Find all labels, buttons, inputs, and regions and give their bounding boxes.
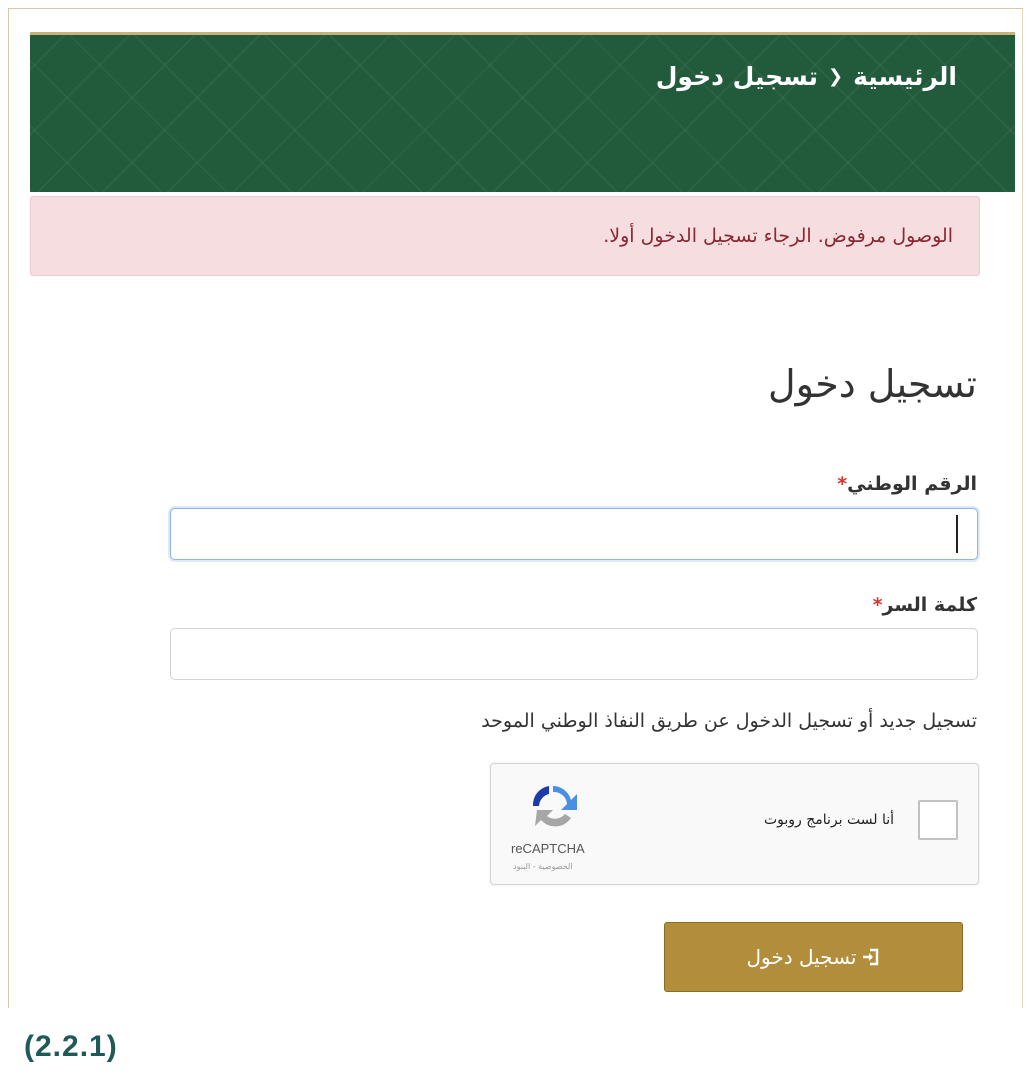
required-mark: * xyxy=(837,473,848,495)
recaptcha-widget: أنا لست برنامج روبوت reCAPTCHA الخصوصية … xyxy=(490,763,979,885)
recaptcha-icon xyxy=(532,786,577,827)
password-input[interactable] xyxy=(170,628,978,680)
nafath-login-link[interactable]: تسجيل جديد أو تسجيل الدخول عن طريق النفا… xyxy=(481,710,977,732)
page-header xyxy=(30,32,1015,192)
text-caret xyxy=(956,515,958,553)
breadcrumb-home[interactable]: الرئيسية xyxy=(853,62,957,91)
page-title: تسجيل دخول xyxy=(768,362,977,406)
chevron-left-icon: ❮ xyxy=(828,66,844,87)
national-id-input[interactable] xyxy=(170,508,978,560)
breadcrumb: الرئيسية ❮ تسجيل دخول xyxy=(656,62,957,91)
recaptcha-label: أنا لست برنامج روبوت xyxy=(763,812,894,828)
sign-in-icon xyxy=(862,948,878,966)
breadcrumb-current: تسجيل دخول xyxy=(655,62,818,91)
password-label: كلمة السر* xyxy=(872,594,977,616)
national-id-label: الرقم الوطني* xyxy=(837,473,977,495)
recaptcha-checkbox[interactable] xyxy=(918,800,958,840)
alert-message: الوصول مرفوض. الرجاء تسجيل الدخول أولا. xyxy=(603,225,953,247)
login-button[interactable]: تسجيل دخول xyxy=(664,922,963,992)
login-button-label: تسجيل دخول xyxy=(746,945,857,969)
access-denied-alert: الوصول مرفوض. الرجاء تسجيل الدخول أولا. xyxy=(30,196,980,276)
required-mark: * xyxy=(872,594,883,616)
recaptcha-brand: reCAPTCHA xyxy=(511,841,585,856)
recaptcha-terms[interactable]: الخصوصية - البنود xyxy=(513,862,573,871)
figure-caption: (2.2.1) xyxy=(24,1030,118,1063)
